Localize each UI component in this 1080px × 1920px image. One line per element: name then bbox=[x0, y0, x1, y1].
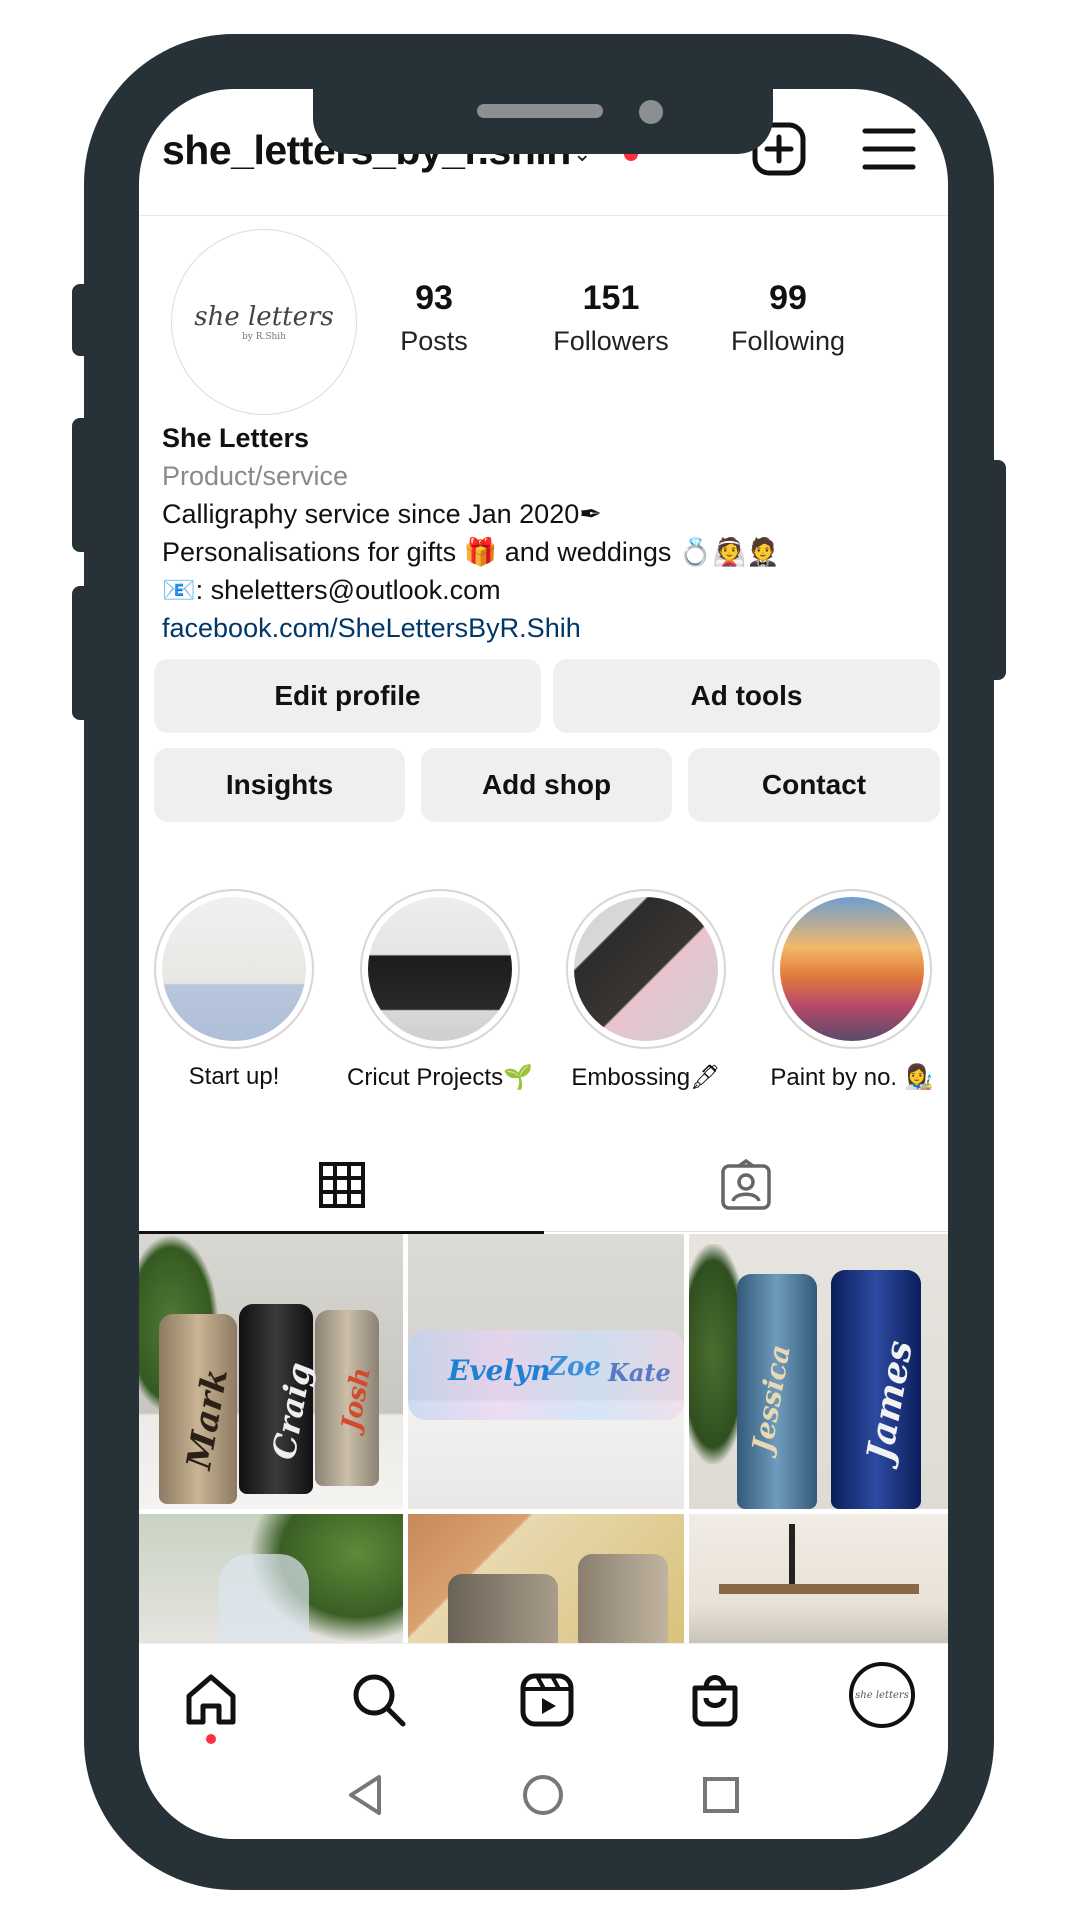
highlight-label: Paint by no. 👩‍🎨 bbox=[770, 1064, 934, 1091]
stat-label: Followers bbox=[553, 326, 669, 356]
recents-square-icon[interactable] bbox=[701, 1775, 741, 1820]
post-thumbnail[interactable] bbox=[689, 1514, 948, 1643]
edit-profile-button[interactable]: Edit profile bbox=[154, 659, 541, 733]
highlight-ring bbox=[566, 889, 726, 1049]
profile-avatar[interactable]: she letters by R.Shih bbox=[171, 229, 357, 415]
post-thumbnail[interactable] bbox=[408, 1514, 684, 1643]
post-thumbnail[interactable]: Evelyn Zoe Kate bbox=[408, 1234, 684, 1509]
profile-tabs bbox=[139, 1139, 948, 1234]
insights-button[interactable]: Insights bbox=[154, 748, 405, 822]
highlight-cover-image bbox=[574, 897, 718, 1041]
highlight-ring bbox=[772, 889, 932, 1049]
highlight-label: Cricut Projects🌱 bbox=[347, 1064, 533, 1091]
contact-button[interactable]: Contact bbox=[688, 748, 940, 822]
glass-name: Evelyn bbox=[448, 1354, 551, 1387]
avatar-logo-text: she letters bbox=[194, 302, 334, 332]
profile-avatar-icon: she letters bbox=[849, 1662, 915, 1728]
menu-icon[interactable] bbox=[861, 121, 917, 182]
tab-posts-grid[interactable] bbox=[139, 1139, 544, 1234]
system-navigation-bar bbox=[139, 1753, 948, 1839]
profile-category: Product/service bbox=[162, 461, 349, 491]
reels-icon[interactable] bbox=[517, 1670, 577, 1735]
post-thumbnail[interactable]: Mark Craig Josh bbox=[139, 1234, 403, 1509]
stat-value: 151 bbox=[582, 279, 640, 317]
avatar-logo-mini: she letters bbox=[855, 1689, 909, 1701]
highlight-label: Embossing🖋 bbox=[571, 1064, 721, 1091]
glass-name: Kate bbox=[608, 1358, 671, 1387]
stat-followers[interactable]: 151 Followers bbox=[531, 279, 691, 357]
story-highlight[interactable]: Start up! bbox=[139, 889, 329, 1091]
add-shop-button[interactable]: Add shop bbox=[421, 748, 672, 822]
bio-line: Calligraphy service since Jan 2020✒ bbox=[162, 499, 602, 529]
post-thumbnail[interactable] bbox=[139, 1514, 403, 1643]
highlight-cover-image bbox=[780, 897, 924, 1041]
bio-line: Personalisations for gifts 🎁 and wedding… bbox=[162, 537, 780, 567]
home-activity-dot bbox=[206, 1734, 216, 1744]
app-screen: she_letters_by_r.shih ⌄ she letters by R… bbox=[139, 89, 948, 1839]
story-highlight[interactable]: Embossing🖋 bbox=[551, 889, 741, 1092]
profile-link[interactable]: facebook.com/SheLettersByR.Shih bbox=[162, 609, 942, 647]
glass-name: Zoe bbox=[548, 1352, 601, 1382]
story-highlight[interactable]: Paint by no. 👩‍🎨 bbox=[757, 889, 947, 1092]
profile-bio: She Letters Product/service Calligraphy … bbox=[162, 419, 942, 647]
highlight-cover-image bbox=[368, 897, 512, 1041]
stat-label: Posts bbox=[400, 326, 468, 356]
bottom-navigation: she letters bbox=[139, 1643, 948, 1754]
highlight-cover-image bbox=[162, 897, 306, 1041]
tagged-person-icon bbox=[721, 1159, 771, 1210]
stat-value: 99 bbox=[769, 279, 807, 317]
profile-name: She Letters bbox=[162, 423, 310, 453]
story-highlight[interactable]: Cricut Projects🌱 bbox=[345, 889, 535, 1092]
home-circle-icon[interactable] bbox=[521, 1773, 565, 1822]
phone-notch bbox=[313, 86, 773, 154]
tab-tagged[interactable] bbox=[544, 1139, 948, 1231]
search-icon[interactable] bbox=[349, 1670, 409, 1735]
highlight-label: Start up! bbox=[188, 1063, 280, 1090]
stat-label: Following bbox=[730, 326, 846, 356]
stat-following[interactable]: 99 Following bbox=[708, 279, 868, 357]
grid-icon bbox=[318, 1162, 365, 1208]
home-icon[interactable] bbox=[181, 1670, 241, 1735]
front-camera bbox=[639, 100, 663, 124]
avatar-sub-text: by R.Shih bbox=[242, 332, 286, 342]
stat-value: 93 bbox=[415, 279, 453, 317]
ad-tools-button[interactable]: Ad tools bbox=[553, 659, 940, 733]
highlight-ring bbox=[360, 889, 520, 1049]
shop-icon[interactable] bbox=[685, 1670, 745, 1735]
stat-posts[interactable]: 93 Posts bbox=[354, 279, 514, 357]
profile-avatar-tab[interactable]: she letters bbox=[849, 1662, 915, 1728]
highlight-ring bbox=[154, 889, 314, 1049]
back-icon[interactable] bbox=[345, 1773, 385, 1822]
post-thumbnail[interactable]: Jessica James bbox=[689, 1234, 948, 1509]
bio-line: 📧: sheletters@outlook.com bbox=[162, 575, 501, 605]
speaker bbox=[477, 104, 603, 118]
